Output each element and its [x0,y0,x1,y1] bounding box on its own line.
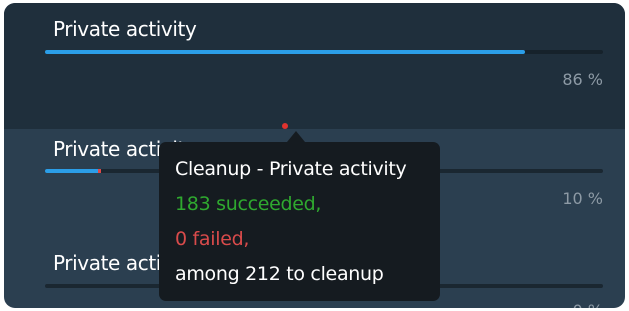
progress-fill [45,50,525,54]
cleanup-tooltip: Cleanup - Private activity 183 succeeded… [159,142,440,301]
progress-percent: 0 % [573,301,603,308]
tooltip-anchor-dot [282,123,288,129]
progress-fill [45,169,101,173]
tooltip-succeeded: 183 succeeded, [175,193,322,215]
activity-row[interactable]: Private activity 86 % [4,3,625,129]
activity-name: Private activity [53,17,197,41]
progress-end-marker [97,169,101,173]
tooltip-title: Cleanup - Private activity [175,158,407,180]
progress-percent: 10 % [562,189,603,208]
tooltip-arrow [287,131,305,142]
progress-track [45,50,603,54]
tooltip-total: among 212 to cleanup [175,263,384,285]
progress-percent: 86 % [562,70,603,89]
tooltip-failed: 0 failed, [175,228,250,250]
